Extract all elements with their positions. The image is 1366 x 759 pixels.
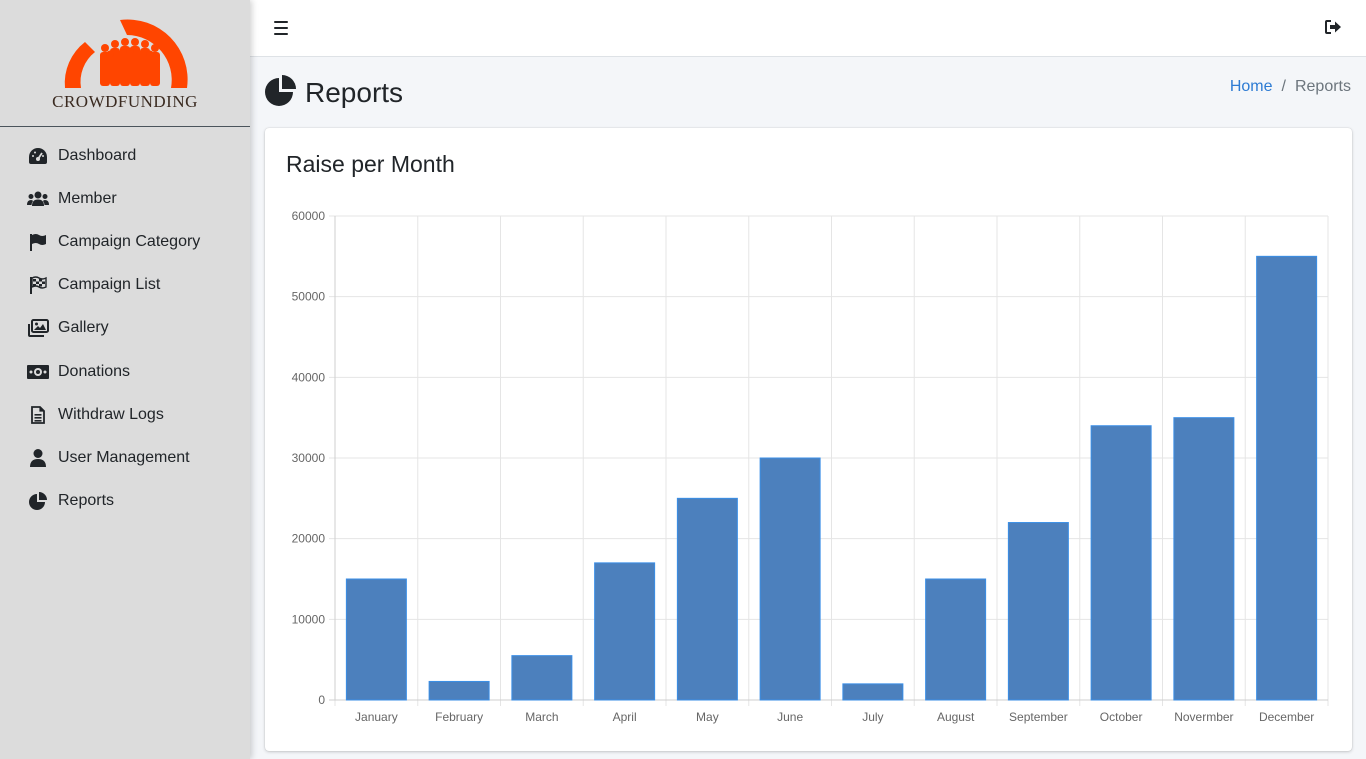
y-tick-label: 20000 (292, 532, 326, 546)
crowd-arc-logo (64, 19, 188, 88)
breadcrumb-current: Reports (1294, 78, 1351, 95)
sign-out-icon[interactable] (1325, 19, 1342, 40)
x-tick-label: May (696, 710, 719, 724)
sidebar-item-campaign-list[interactable]: Campaign List (0, 264, 250, 307)
page-title: Reports (305, 76, 404, 108)
brand[interactable]: CROWDFUNDING (0, 0, 250, 127)
brand-name: CROWDFUNDING (52, 92, 198, 111)
chart-pie-icon (265, 74, 297, 111)
bar-december (1256, 255, 1318, 701)
sidebar-item-label: Campaign List (58, 276, 161, 294)
y-tick-label: 40000 (292, 370, 326, 384)
bar-october (1090, 425, 1152, 701)
x-tick-label: September (1009, 710, 1068, 724)
money-bill-icon (27, 362, 49, 382)
breadcrumb-separator: / (1281, 78, 1286, 95)
y-tick-label: 10000 (292, 612, 326, 626)
x-tick-label: June (777, 710, 803, 724)
bar-january (345, 578, 407, 701)
raise-per-month-chart: 0 10000 20000 30000 40000 50000 60000 January Fe… (292, 209, 1329, 724)
sidebar-item-label: Dashboard (58, 146, 137, 164)
sidebar-nav: Dashboard Member Campaign Category Campa… (0, 127, 250, 523)
tachometer-icon (27, 146, 49, 166)
x-tick-label: March (525, 710, 558, 724)
bar-march (511, 655, 573, 701)
breadcrumb: Home / Reports (1230, 78, 1351, 96)
users-icon (27, 189, 49, 209)
y-tick-label: 60000 (292, 209, 326, 223)
sidebar: CROWDFUNDING Dashboard Member Campaign C… (0, 0, 250, 759)
sidebar-item-label: Reports (58, 492, 115, 510)
bar-september (1007, 522, 1069, 701)
bar-july (842, 683, 904, 701)
sidebar-item-label: Withdraw Logs (58, 405, 164, 423)
sidebar-item-dashboard[interactable]: Dashboard (0, 134, 250, 177)
sidebar-item-reports[interactable]: Reports (0, 480, 250, 523)
x-tick-label: January (355, 710, 398, 724)
bar-june (759, 457, 821, 701)
images-icon (27, 318, 49, 338)
breadcrumb-home-link[interactable]: Home (1230, 78, 1273, 96)
sidebar-item-gallery[interactable]: Gallery (0, 307, 250, 350)
x-tick-label: December (1259, 710, 1314, 724)
sidebar-item-donations[interactable]: Donations (0, 350, 250, 393)
y-tick-label: 30000 (292, 451, 326, 465)
bar-april (594, 562, 656, 701)
x-tick-label: April (613, 710, 637, 724)
top-navbar (250, 0, 1366, 57)
report-card: Raise per Month 0 10000 20000 30000 40000 500… (265, 128, 1352, 751)
file-alt-icon (27, 405, 49, 425)
y-tick-label: 50000 (292, 290, 326, 304)
sidebar-item-label: User Management (58, 448, 190, 466)
bars-icon[interactable] (273, 20, 289, 36)
bar-february (428, 680, 490, 701)
flag-icon (27, 232, 49, 252)
x-tick-label: July (862, 710, 883, 724)
user-icon (27, 448, 49, 468)
sidebar-item-label: Donations (58, 362, 131, 380)
x-tick-label: October (1100, 710, 1143, 724)
bar-may (676, 497, 738, 701)
bar-august (925, 578, 987, 701)
x-tick-label: Novermber (1174, 710, 1233, 724)
x-tick-label: August (937, 710, 975, 724)
sidebar-item-label: Campaign Category (58, 232, 201, 250)
sidebar-item-member[interactable]: Member (0, 177, 250, 220)
y-tick-label: 0 (318, 693, 325, 707)
sidebar-item-label: Member (58, 189, 117, 207)
chart-pie-icon (27, 491, 49, 511)
bar-novermber (1173, 417, 1235, 701)
sidebar-item-withdraw-logs[interactable]: Withdraw Logs (0, 393, 250, 436)
x-tick-label: February (435, 710, 483, 724)
sidebar-item-label: Gallery (58, 319, 109, 337)
flag-checkered-icon (27, 275, 49, 295)
sidebar-item-campaign-category[interactable]: Campaign Category (0, 220, 250, 263)
sidebar-item-user-management[interactable]: User Management (0, 436, 250, 479)
content-header: Reports Home / Reports (265, 72, 1351, 112)
